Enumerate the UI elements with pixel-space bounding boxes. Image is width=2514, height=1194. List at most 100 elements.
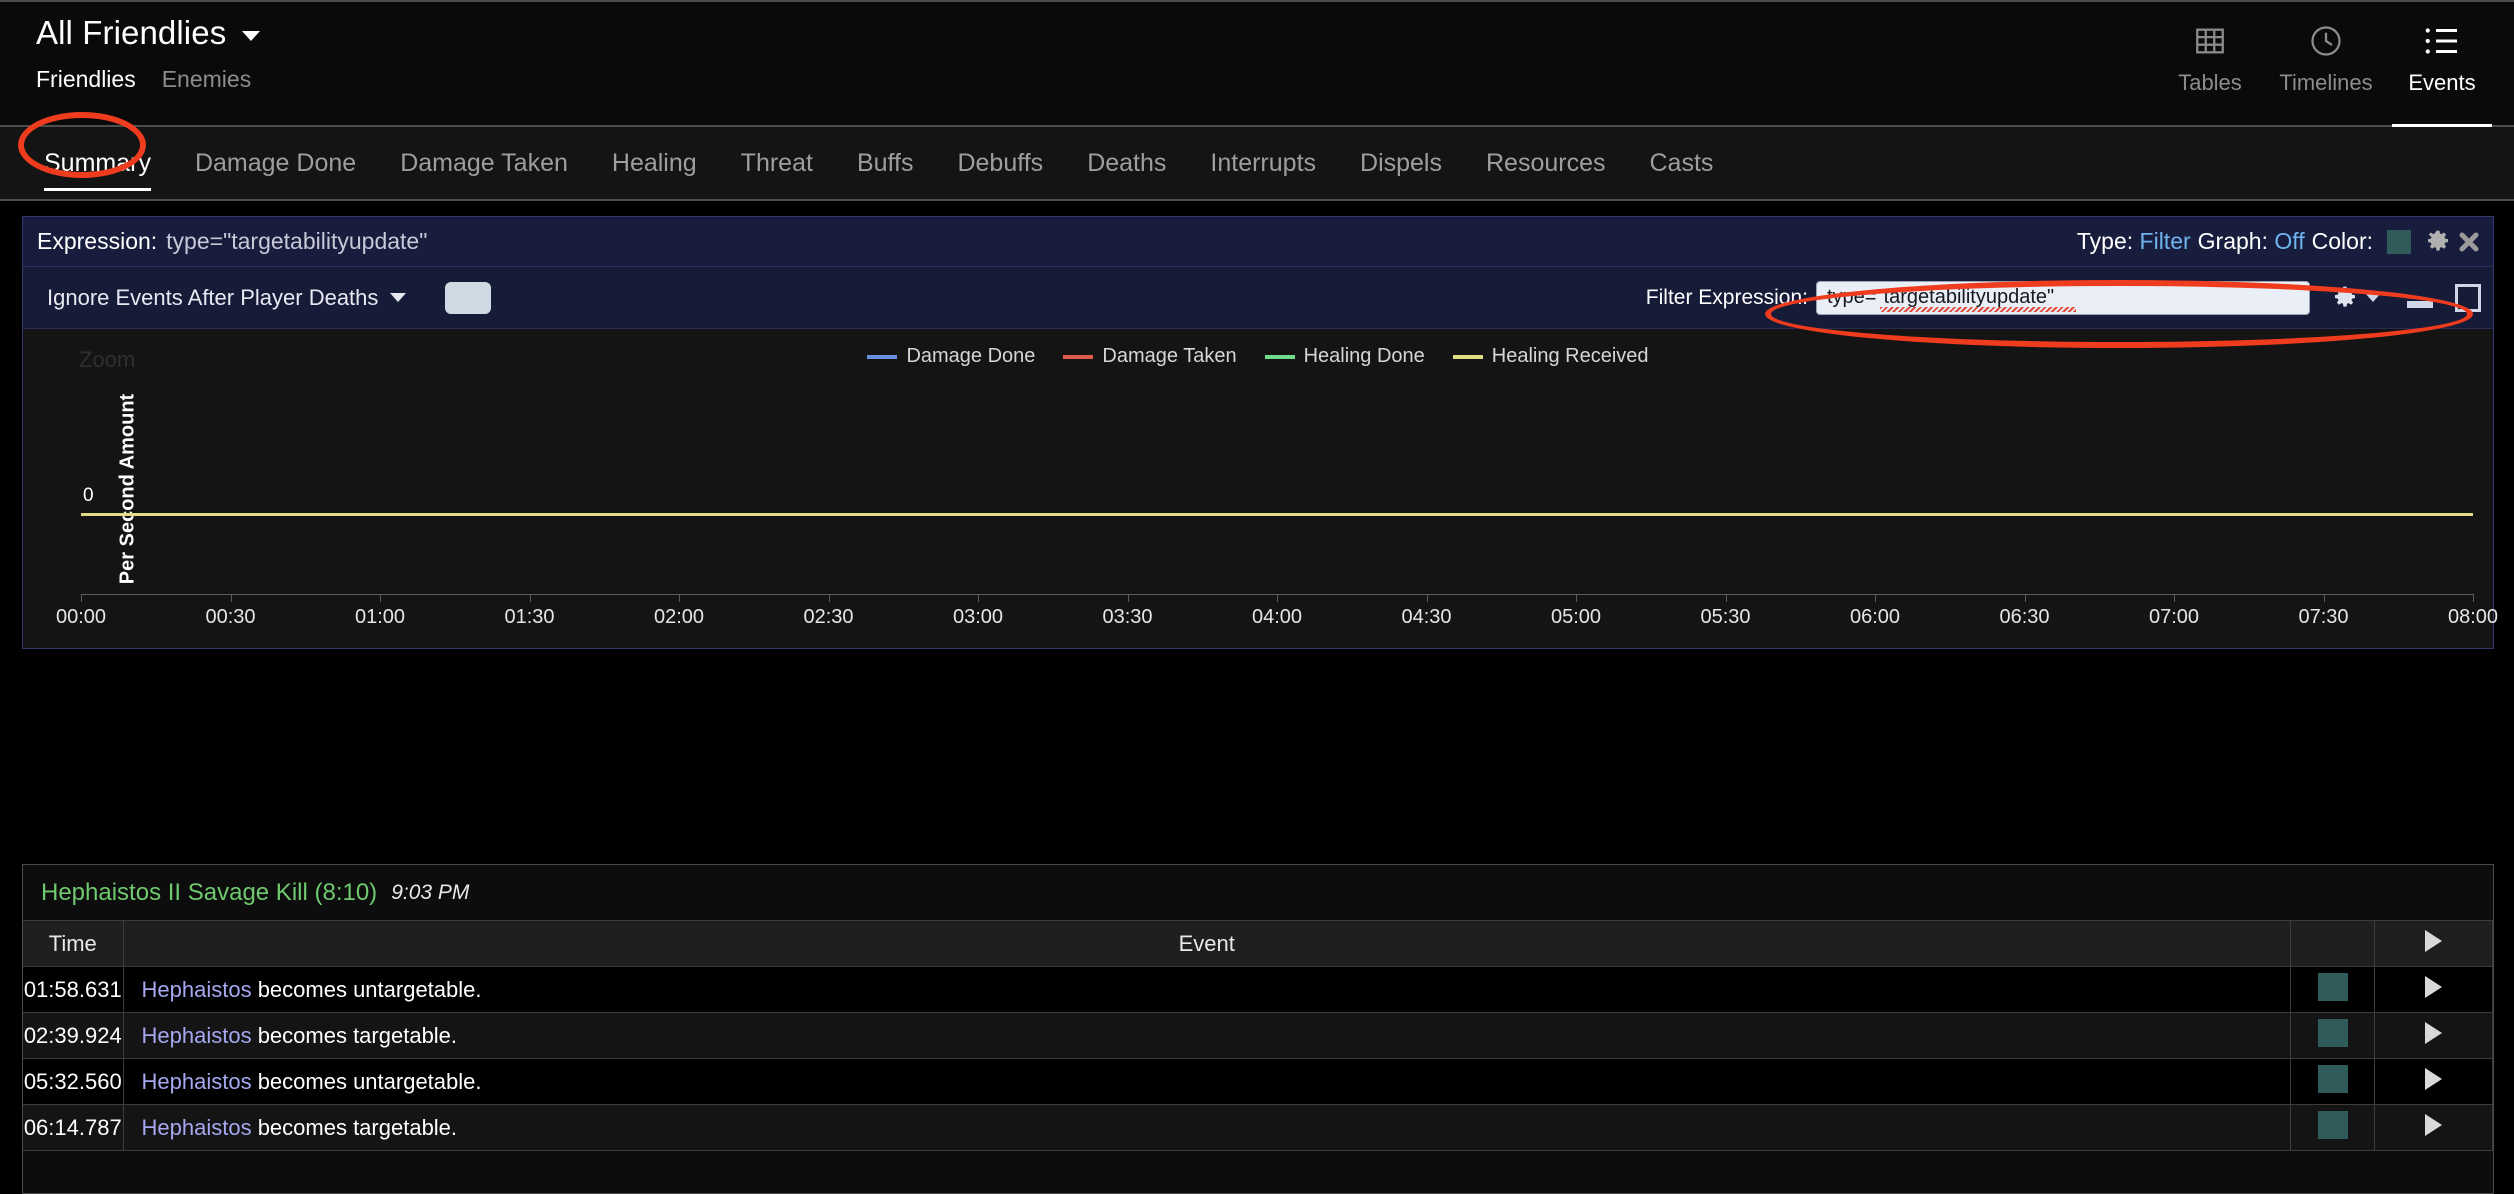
cell-event: Hephaistos becomes targetable.: [123, 1012, 2291, 1059]
actor-link[interactable]: Hephaistos: [142, 1115, 252, 1140]
expand-icon[interactable]: [2425, 929, 2442, 952]
legend-swatch: [1264, 354, 1295, 359]
minimize-icon[interactable]: [2407, 301, 2433, 308]
x-tick-mark: [2473, 594, 2474, 602]
legend-item-healing-received[interactable]: Healing Received: [1452, 345, 1649, 368]
expand-icon[interactable]: [2425, 975, 2442, 998]
death-filter-dropdown[interactable]: Ignore Events After Player Deaths: [47, 284, 407, 311]
clock-icon: [2308, 20, 2344, 62]
death-filter-label: Ignore Events After Player Deaths: [47, 284, 379, 310]
grid-icon: [2193, 20, 2227, 62]
expand-icon[interactable]: [2425, 1021, 2442, 1044]
mode-events-label: Events: [2408, 70, 2476, 95]
tab-damage-taken[interactable]: Damage Taken: [378, 126, 590, 200]
x-tick-label: 05:00: [1550, 606, 1602, 628]
toolbar-blank-button[interactable]: [445, 281, 492, 314]
cell-expand: [2374, 1104, 2493, 1151]
x-tick: 02:30: [803, 594, 854, 628]
x-tick: 06:00: [1850, 594, 1900, 628]
tab-buffs[interactable]: Buffs: [835, 126, 936, 200]
tab-summary[interactable]: Summary: [22, 126, 173, 200]
tab-dispels[interactable]: Dispels: [1338, 126, 1464, 200]
x-tick-label: 07:30: [2298, 606, 2349, 628]
table-row[interactable]: 06:14.787 Hephaistos becomes targetable.: [23, 1104, 2493, 1151]
actor-link[interactable]: Hephaistos: [142, 977, 252, 1002]
gear-icon[interactable]: [2332, 285, 2358, 311]
legend-item-healing-done[interactable]: Healing Done: [1264, 345, 1425, 368]
x-tick-mark: [529, 594, 531, 602]
table-row[interactable]: 02:39.924 Hephaistos becomes targetable.: [23, 1012, 2493, 1059]
chart-x-axis: 00:00 00:30 01:00 01:30 02:00 02:30 03:00 03:30…: [56, 594, 2498, 648]
expression-graph-value[interactable]: Off: [2274, 228, 2304, 254]
tab-debuffs[interactable]: Debuffs: [935, 126, 1065, 200]
mode-events[interactable]: Events: [2384, 2, 2500, 127]
chart-zoom-label[interactable]: Zoom: [79, 347, 135, 373]
subtab-enemies[interactable]: Enemies: [162, 66, 251, 93]
events-panel: Hephaistos II Savage Kill (8:10) 9:03 PM…: [22, 864, 2494, 1194]
column-header-time[interactable]: Time: [23, 920, 124, 967]
expression-type: Type: Filter: [2077, 228, 2191, 255]
fight-name[interactable]: Hephaistos II Savage Kill (8:10): [41, 879, 377, 907]
expression-graph: Graph: Off: [2198, 228, 2305, 255]
legend-item-damage-done[interactable]: Damage Done: [867, 345, 1035, 368]
table-row[interactable]: 05:32.560 Hephaistos becomes untargetable…: [23, 1058, 2493, 1105]
color-swatch[interactable]: [2387, 229, 2411, 254]
expression-bar: Expression: type="targetabilityupdate" T…: [23, 217, 2493, 267]
mode-timelines[interactable]: Timelines: [2268, 2, 2384, 127]
expression-type-label: Type:: [2076, 228, 2134, 254]
per-second-chart: Damage Done Damage Taken Healing Done He…: [23, 329, 2498, 648]
analysis-tab-bar: Summary Damage Done Damage Taken Healing…: [0, 127, 2514, 201]
chevron-down-icon[interactable]: [2365, 293, 2381, 302]
row-color-swatch[interactable]: [2317, 972, 2348, 1001]
row-color-swatch[interactable]: [2317, 1110, 2348, 1139]
x-tick-label: 08:00: [2447, 606, 2499, 628]
column-header-expand: [2374, 920, 2493, 967]
tab-resources[interactable]: Resources: [1464, 126, 1628, 200]
filter-expression-input[interactable]: type="targetabilityupdate": [1816, 280, 2310, 315]
x-tick-mark: [1426, 594, 1428, 602]
column-header-event[interactable]: Event: [123, 920, 2291, 967]
actor-link[interactable]: Hephaistos: [142, 1069, 252, 1094]
tab-healing[interactable]: Healing: [590, 126, 719, 200]
tab-casts[interactable]: Casts: [1628, 126, 1736, 200]
chart-series-line: [81, 513, 2473, 516]
mode-tables[interactable]: Tables: [2152, 2, 2268, 127]
expression-label: Expression:: [37, 228, 158, 254]
tab-deaths[interactable]: Deaths: [1065, 126, 1188, 200]
actor-link[interactable]: Hephaistos: [142, 1023, 252, 1048]
table-row[interactable]: 01:58.631 Hephaistos becomes untargetable…: [23, 966, 2493, 1013]
expression-color-label: Color:: [2311, 228, 2373, 254]
chevron-down-icon[interactable]: [241, 31, 260, 41]
expression-type-value[interactable]: Filter: [2140, 228, 2191, 254]
x-tick: 06:30: [1999, 594, 2050, 628]
tab-interrupts[interactable]: Interrupts: [1188, 126, 1338, 200]
x-tick-group: 00:00 00:30 01:00 01:30 02:00 02:30 03:00 03:30…: [56, 594, 2498, 648]
x-tick-label: 07:00: [2148, 606, 2200, 628]
close-icon[interactable]: [2457, 230, 2481, 254]
row-color-swatch[interactable]: [2317, 1018, 2348, 1047]
friendlies-selector[interactable]: All Friendlies: [36, 14, 260, 52]
subtab-friendlies[interactable]: Friendlies: [36, 66, 136, 93]
tab-damage-done[interactable]: Damage Done: [173, 126, 378, 200]
x-tick-mark: [679, 594, 680, 602]
x-tick-label: 00:30: [205, 606, 256, 628]
gear-icon[interactable]: [2425, 229, 2451, 255]
expression-panel: Expression: type="targetabilityupdate" T…: [22, 216, 2498, 649]
x-tick-mark: [828, 594, 830, 602]
expand-icon[interactable]: [2425, 1113, 2442, 1136]
cell-color: [2290, 1104, 2375, 1151]
x-tick-label: 03:30: [1102, 606, 1153, 628]
x-tick-label: 02:30: [803, 606, 854, 628]
maximize-icon[interactable]: [2455, 283, 2481, 312]
row-color-swatch[interactable]: [2317, 1064, 2348, 1093]
x-tick-mark: [2174, 594, 2175, 602]
legend-label: Healing Received: [1491, 345, 1649, 367]
expression-value[interactable]: type="targetabilityupdate": [166, 228, 427, 255]
legend-item-damage-taken[interactable]: Damage Taken: [1063, 345, 1237, 368]
tab-threat[interactable]: Threat: [719, 126, 835, 200]
x-tick-mark: [1576, 594, 1577, 602]
chart-plot-area[interactable]: 0: [59, 371, 2473, 594]
x-tick: 07:00: [2149, 594, 2199, 628]
expand-icon[interactable]: [2425, 1067, 2442, 1090]
fight-header: Hephaistos II Savage Kill (8:10) 9:03 PM: [23, 865, 2493, 920]
